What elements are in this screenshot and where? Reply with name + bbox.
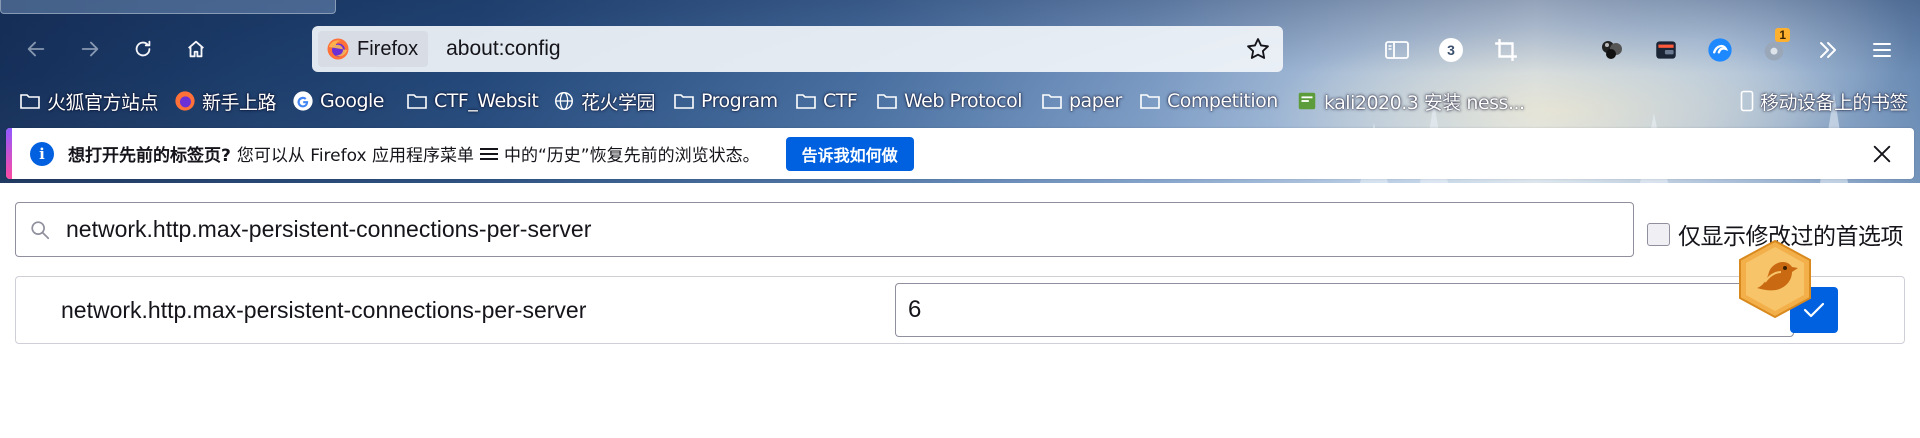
notification-title: 想打开先前的标签页? (68, 146, 231, 166)
bookmark-label: Program (701, 90, 778, 112)
bookmark-item[interactable]: Program (673, 86, 778, 116)
google-icon (293, 91, 313, 111)
folder-icon (1140, 94, 1160, 109)
folder-icon (1042, 94, 1062, 109)
hamburger-icon (1873, 43, 1891, 57)
bookmark-label: paper (1069, 90, 1122, 112)
overflow-menu-button[interactable] (1808, 30, 1848, 70)
notification-bar: i 想打开先前的标签页? 您可以从 Firefox 应用程序菜单 中的“历史”恢… (6, 128, 1914, 179)
bookmark-label: 火狐官方站点 (47, 91, 159, 114)
arrow-right-icon (81, 41, 99, 57)
crop-tool-button[interactable] (1486, 30, 1526, 70)
info-icon: i (30, 141, 54, 166)
about-config-page: 仅显示修改过的首选项 network.http.max-persistent-c… (0, 183, 1920, 438)
bookmark-label: 花火学园 (581, 91, 656, 114)
extension-notification-button[interactable]: 1 (1754, 28, 1794, 70)
folder-icon (20, 94, 40, 109)
floating-bird-badge[interactable] (1735, 238, 1815, 320)
bookmark-item[interactable]: Competition (1139, 86, 1278, 116)
folder-icon (877, 94, 897, 109)
notification-accent (6, 128, 12, 179)
folder-icon (674, 94, 694, 109)
bookmark-label: Competition (1167, 90, 1278, 112)
bookmark-item[interactable]: kali2020.3 安装 ness... (1296, 86, 1525, 116)
extension-blue-button[interactable] (1700, 30, 1740, 70)
bookmark-item[interactable]: Web Protocol (876, 86, 1023, 116)
bookmark-label: Google (320, 90, 385, 112)
search-icon (28, 218, 52, 242)
bookmark-item[interactable]: 火狐官方站点 (19, 86, 159, 116)
bookmark-item[interactable]: 新手上路 (174, 86, 277, 116)
bookmark-label: CTF (823, 90, 858, 112)
firefox-icon (327, 38, 349, 60)
star-icon (1247, 38, 1269, 59)
cluster-icon (1602, 41, 1622, 59)
bookmark-item[interactable]: CTF_Websit (406, 86, 539, 116)
bookmark-label: 移动设备上的书签 (1760, 91, 1909, 114)
preference-value-input[interactable] (895, 283, 1794, 337)
reload-icon (135, 40, 151, 57)
identity-label: Firefox (357, 37, 419, 60)
blue-swirl-icon (1708, 38, 1732, 62)
hamburger-icon (479, 147, 498, 161)
bookmark-item-mobile[interactable]: 移动设备上的书签 (1740, 86, 1909, 116)
close-icon (1873, 145, 1891, 163)
reload-button[interactable] (124, 30, 162, 68)
firefox-icon (175, 91, 195, 111)
extension-dots-button[interactable] (1592, 30, 1632, 70)
folder-icon (407, 94, 427, 109)
wallet-icon (1656, 41, 1676, 59)
arrow-left-icon (27, 41, 45, 57)
bird-icon (1739, 239, 1811, 319)
bookmark-label: Web Protocol (904, 90, 1023, 112)
sidebar-icon (1385, 41, 1409, 59)
sidebar-button[interactable] (1377, 30, 1417, 70)
bookmark-star-button[interactable] (1243, 34, 1273, 64)
url-bar[interactable]: Firefox about:config (312, 26, 1283, 72)
bookmarks-toolbar: 火狐官方站点 新手上路 Google CTF_Websit 花火学园 Progr… (0, 84, 1920, 118)
home-button[interactable] (177, 30, 215, 68)
bookmark-label: 新手上路 (202, 91, 277, 114)
navigation-toolbar: Firefox about:config 3 1 (0, 22, 1920, 80)
preference-row: network.http.max-persistent-connections-… (15, 276, 1905, 344)
mobile-icon (1740, 90, 1754, 112)
bookmark-item[interactable]: 花火学园 (553, 86, 656, 116)
counter-badge-value: 3 (1447, 42, 1455, 58)
chevron-double-right-icon (1820, 42, 1836, 58)
tab-strip (0, 0, 1920, 16)
globe-icon (555, 92, 573, 110)
search-field[interactable] (15, 202, 1634, 257)
folder-icon (796, 94, 816, 109)
bookmark-item[interactable]: CTF (795, 86, 858, 116)
extension-wallet-button[interactable] (1646, 30, 1686, 70)
notification-message: 想打开先前的标签页? 您可以从 Firefox 应用程序菜单 中的“历史”恢复先… (68, 141, 760, 166)
preference-name: network.http.max-persistent-connections-… (61, 297, 587, 323)
tell-me-how-button[interactable]: 告诉我如何做 (785, 136, 914, 171)
app-menu-button[interactable] (1862, 30, 1902, 70)
extension-counter-button[interactable]: 3 (1431, 30, 1471, 70)
notification-close-button[interactable] (1868, 140, 1896, 168)
crop-icon (1495, 39, 1517, 61)
counter-badge: 3 (1439, 38, 1463, 62)
back-button[interactable] (17, 30, 55, 68)
search-input[interactable] (66, 216, 1566, 243)
bookmark-item[interactable]: Google (292, 86, 385, 116)
forward-button[interactable] (71, 30, 109, 68)
bookmark-label: kali2020.3 安装 ness... (1324, 91, 1525, 114)
notification-text-before: 您可以从 Firefox 应用程序菜单 (236, 146, 474, 166)
page-icon (1298, 92, 1316, 110)
identity-box[interactable]: Firefox (318, 31, 429, 67)
bookmark-item[interactable]: paper (1041, 86, 1122, 116)
bookmark-label: CTF_Websit (434, 90, 539, 112)
modified-only-checkbox[interactable] (1647, 222, 1670, 246)
home-icon (188, 40, 204, 58)
browser-chrome: Firefox about:config 3 1 火狐官方站点 新手上路 Goo… (0, 0, 1920, 183)
url-text[interactable]: about:config (446, 37, 560, 61)
tab-current[interactable] (0, 0, 336, 14)
notification-text-after: 中的“历史”恢复先前的浏览状态。 (503, 146, 760, 166)
notification-badge: 1 (1775, 28, 1790, 42)
